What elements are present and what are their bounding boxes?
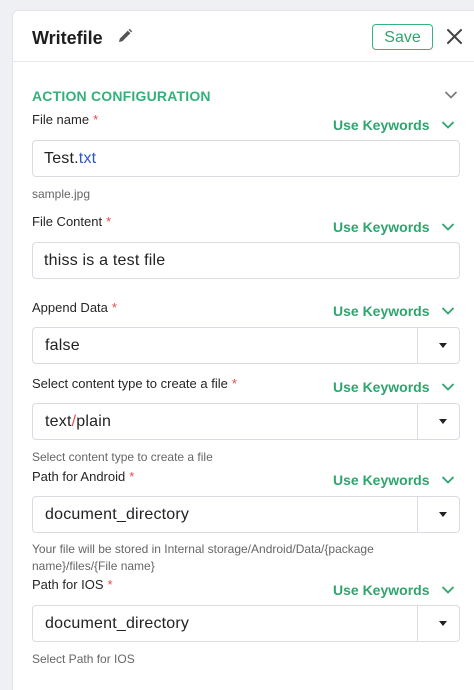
use-keywords-path-android[interactable]: Use Keywords — [333, 472, 455, 488]
panel-header: Writefile Save — [13, 11, 474, 62]
writefile-panel: Writefile Save ACTION CONFIGURATION File… — [12, 10, 474, 690]
use-keywords-label: Use Keywords — [333, 303, 430, 319]
required-marker: * — [129, 469, 135, 484]
section-title: ACTION CONFIGURATION — [32, 88, 211, 104]
required-marker: * — [106, 214, 112, 229]
content-type-label: Select content type to create a file * — [32, 376, 237, 391]
close-icon[interactable] — [446, 28, 463, 45]
required-marker: * — [111, 300, 117, 315]
path-ios-label-text: Path for IOS — [32, 577, 104, 592]
path-android-label: Path for Android * — [32, 469, 134, 484]
content-type-label-text: Select content type to create a file — [32, 376, 228, 391]
panel-title: Writefile — [32, 28, 103, 48]
chevron-down-icon — [441, 476, 455, 484]
append-data-value: false — [45, 337, 80, 354]
content-type-select[interactable]: text/plain — [32, 403, 460, 440]
append-data-label: Append Data * — [32, 300, 117, 315]
path-ios-select[interactable]: document_directory — [32, 605, 460, 642]
use-keywords-label: Use Keywords — [333, 379, 430, 395]
use-keywords-content-type[interactable]: Use Keywords — [333, 379, 455, 395]
content-type-value-suffix: plain — [76, 413, 112, 430]
use-keywords-append-data[interactable]: Use Keywords — [333, 303, 455, 319]
file-name-help: sample.jpg — [32, 187, 91, 201]
file-content-label: File Content * — [32, 214, 111, 229]
select-divider — [417, 404, 418, 439]
required-marker: * — [93, 112, 99, 127]
use-keywords-path-ios[interactable]: Use Keywords — [333, 582, 455, 598]
path-ios-label: Path for IOS * — [32, 577, 113, 592]
path-android-label-text: Path for Android — [32, 469, 126, 484]
chevron-down-icon — [441, 383, 455, 391]
select-divider — [417, 497, 418, 532]
use-keywords-file-name[interactable]: Use Keywords — [333, 117, 455, 133]
use-keywords-label: Use Keywords — [333, 219, 430, 235]
caret-down-icon[interactable] — [439, 621, 447, 626]
append-data-label-text: Append Data — [32, 300, 108, 315]
path-ios-help: Select Path for IOS — [32, 652, 135, 666]
use-keywords-label: Use Keywords — [333, 117, 430, 133]
caret-down-icon[interactable] — [439, 419, 447, 424]
pencil-icon[interactable] — [117, 28, 133, 44]
path-android-select[interactable]: document_directory — [32, 496, 460, 533]
path-android-value: document_directory — [45, 506, 190, 523]
path-android-help: Your file will be stored in Internal sto… — [32, 542, 374, 573]
chevron-down-icon — [441, 223, 455, 231]
content-type-help: Select content type to create a file — [32, 450, 213, 464]
append-data-select[interactable]: false — [32, 327, 460, 364]
chevron-down-icon — [441, 121, 455, 129]
content-type-value-prefix: text — [45, 413, 72, 430]
use-keywords-label: Use Keywords — [333, 472, 430, 488]
caret-down-icon[interactable] — [439, 512, 447, 517]
chevron-down-icon — [441, 586, 455, 594]
select-divider — [417, 606, 418, 641]
file-name-input[interactable]: Test.txt — [32, 140, 460, 177]
file-name-label-text: File name — [32, 112, 90, 127]
use-keywords-label: Use Keywords — [333, 582, 430, 598]
use-keywords-file-content[interactable]: Use Keywords — [333, 219, 455, 235]
save-button[interactable]: Save — [372, 24, 433, 50]
file-content-input[interactable]: thiss is a test file — [32, 242, 460, 279]
select-divider — [417, 328, 418, 363]
file-content-label-text: File Content — [32, 214, 103, 229]
path-ios-value: document_directory — [45, 615, 190, 632]
file-name-extension: txt — [78, 150, 97, 167]
file-name-value: Test. — [44, 150, 79, 167]
required-marker: * — [107, 577, 113, 592]
chevron-down-icon — [441, 307, 455, 315]
required-marker: * — [231, 376, 237, 391]
chevron-down-icon[interactable] — [444, 90, 458, 100]
caret-down-icon[interactable] — [439, 343, 447, 348]
content-type-value: text/plain — [45, 404, 111, 439]
file-name-label: File name * — [32, 112, 98, 127]
